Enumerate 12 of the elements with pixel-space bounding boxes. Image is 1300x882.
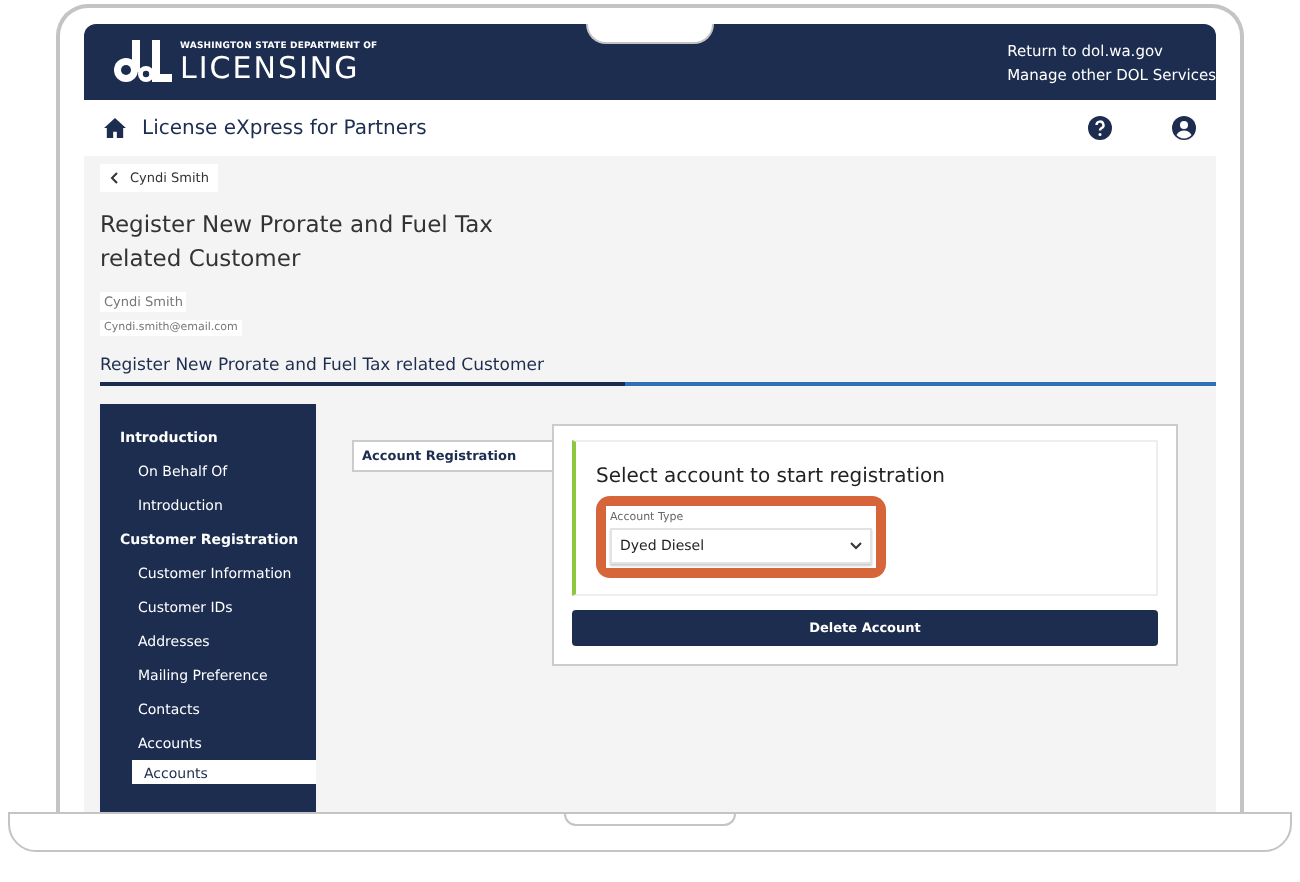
chevron-left-icon <box>110 172 118 184</box>
camera-notch <box>586 24 714 44</box>
logo-icon <box>112 38 172 86</box>
chevron-down-icon <box>850 542 862 550</box>
agency-name: LICENSING <box>180 53 362 83</box>
app-title: License eXpress for Partners <box>142 117 429 139</box>
home-icon[interactable] <box>104 118 126 138</box>
section-title: Register New Prorate and Fuel Tax related Customer <box>100 356 546 380</box>
help-icon[interactable] <box>1088 116 1112 140</box>
user-icon[interactable] <box>1172 116 1196 140</box>
page-title: Register New Prorate and Fuel Tax related Customer <box>100 208 495 276</box>
card-title: Select account to start registration <box>596 466 947 488</box>
